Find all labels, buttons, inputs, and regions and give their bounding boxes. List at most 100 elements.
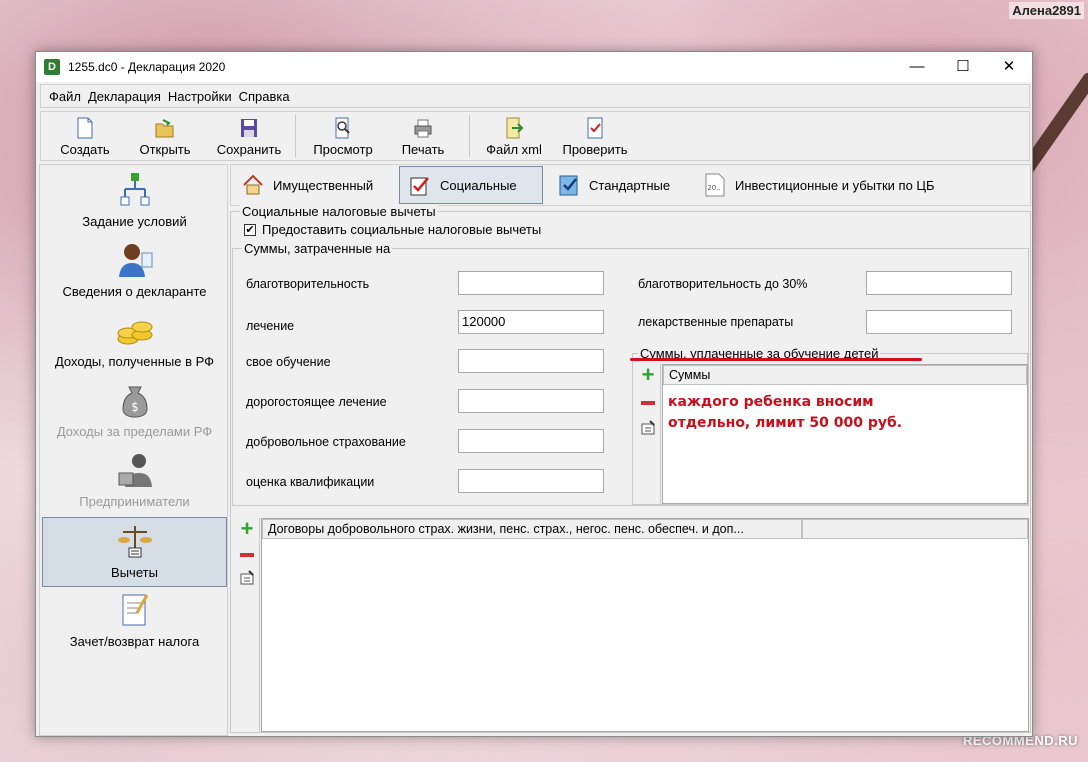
sidebar-item-declarant[interactable]: Сведения о декларанте <box>42 237 227 307</box>
app-logo-icon: D <box>44 59 60 75</box>
social-group-title: Социальные налоговые вычеты <box>240 204 438 219</box>
medicines-input[interactable] <box>866 310 1012 334</box>
checklist-icon <box>410 177 429 196</box>
tab-social[interactable]: Социальные <box>399 166 543 204</box>
contracts-grid-column[interactable]: Договоры добровольного страх. жизни, пен… <box>262 519 802 539</box>
treatment-label: лечение <box>246 319 295 333</box>
tab-investment[interactable]: 20.. Инвестиционные и убытки по ЦБ <box>695 166 959 204</box>
sidebar-item-entrepreneurs[interactable]: Предприниматели <box>42 447 227 517</box>
clipboard-check-icon <box>559 175 578 196</box>
treatment-input[interactable]: 120000 <box>458 310 604 334</box>
remove-icon[interactable] <box>639 394 657 412</box>
minimize-button[interactable]: — <box>894 52 940 82</box>
floppy-disk-icon <box>241 119 257 137</box>
own-education-input[interactable] <box>458 349 604 373</box>
contracts-grid[interactable]: Договоры добровольного страх. жизни, пен… <box>261 518 1029 732</box>
provide-deductions-label: Предоставить социальные налоговые вычеты <box>262 222 542 237</box>
menu-file[interactable]: Файл <box>49 89 81 104</box>
preview-label: Просмотр <box>313 142 373 157</box>
menu-declaration[interactable]: Декларация <box>88 89 161 104</box>
open-label: Открыть <box>139 142 191 157</box>
sidebar-item-income-rf[interactable]: Доходы, полученные в РФ <box>42 307 227 377</box>
window-title: 1255.dc0 - Декларация 2020 <box>68 60 226 74</box>
sums-group-title: Суммы, затраченные на <box>242 241 393 256</box>
children-grid-column-sums[interactable]: Суммы <box>663 365 1027 385</box>
sidebar-item-label: Доходы, полученные в РФ <box>54 354 215 369</box>
check-button[interactable]: Проверить <box>557 115 633 159</box>
medicines-label: лекарственные препараты <box>638 315 794 329</box>
open-button[interactable]: Открыть <box>135 115 195 159</box>
create-label: Создать <box>60 142 110 157</box>
file-xml-button[interactable]: Файл xml <box>481 115 547 159</box>
scales-icon <box>117 526 152 558</box>
annotation-text: каждого ребенка вносим отдельно, лимит 5… <box>668 392 902 434</box>
export-xml-icon <box>506 117 524 139</box>
new-document-icon <box>77 117 93 139</box>
toolbar-separator <box>295 115 296 157</box>
maximize-button[interactable]: ☐ <box>940 52 986 82</box>
svg-text:$: $ <box>131 400 139 414</box>
annotation-line-2: отдельно, лимит 50 000 руб. <box>668 415 903 431</box>
deduction-tabs: Имущественный Социальные Стандартные 20.… <box>230 164 1031 206</box>
open-folder-icon <box>155 119 174 138</box>
sidebar: Задание условий Сведения о декларанте До… <box>39 164 228 736</box>
voluntary-insurance-input[interactable] <box>458 429 604 453</box>
annotation-line-1: каждого ребенка вносим <box>668 394 874 410</box>
magnifier-document-icon <box>335 117 350 139</box>
tab-social-label: Социальные <box>440 177 517 193</box>
menu-settings[interactable]: Настройки <box>168 89 232 104</box>
children-grid[interactable]: Суммы <box>662 364 1028 504</box>
printer-icon <box>414 119 432 138</box>
person-icon <box>118 244 152 277</box>
print-button[interactable]: Печать <box>393 115 453 159</box>
tab-property[interactable]: Имущественный <box>233 166 393 204</box>
charity-30-input[interactable] <box>866 271 1012 295</box>
children-grid-tools: + <box>633 364 661 504</box>
house-icon <box>243 174 263 195</box>
money-bag-icon: $ <box>121 386 148 418</box>
title-bar: D 1255.dc0 - Декларация 2020 — ☐ ✕ <box>36 52 1032 82</box>
add-icon[interactable]: + <box>639 364 657 386</box>
qualification-input[interactable] <box>458 469 604 493</box>
tree-icon <box>120 173 149 206</box>
document-pen-icon <box>122 594 148 626</box>
edit-icon[interactable] <box>639 420 657 438</box>
remove-icon[interactable] <box>238 546 256 564</box>
preview-button[interactable]: Просмотр <box>307 115 379 159</box>
own-education-label: свое обучение <box>246 355 331 369</box>
toolbar: Создать Открыть Сохранить Просмотр Печат… <box>40 111 1030 161</box>
charity-label: благотворительность <box>246 277 370 291</box>
coins-icon <box>117 321 152 345</box>
tab-standard[interactable]: Стандартные <box>549 166 689 204</box>
tab-investment-label: Инвестиционные и убытки по ЦБ <box>735 177 935 193</box>
create-button[interactable]: Создать <box>55 115 115 159</box>
close-button[interactable]: ✕ <box>986 52 1032 82</box>
charity-30-label: благотворительность до 30% <box>638 277 808 291</box>
check-document-icon <box>587 117 603 139</box>
save-label: Сохранить <box>216 142 282 157</box>
sidebar-item-tax-refund[interactable]: Зачет/возврат налога <box>42 587 227 657</box>
sidebar-item-conditions[interactable]: Задание условий <box>42 167 227 237</box>
provide-deductions-checkbox[interactable]: ✔ <box>244 224 256 236</box>
charity-input[interactable] <box>458 271 604 295</box>
expensive-treatment-input[interactable] <box>458 389 604 413</box>
add-icon[interactable]: + <box>238 518 256 540</box>
menu-help[interactable]: Справка <box>239 89 290 104</box>
sidebar-item-income-abroad[interactable]: $ Доходы за пределами РФ <box>42 377 227 447</box>
save-button[interactable]: Сохранить <box>211 115 287 159</box>
check-label: Проверить <box>562 142 628 157</box>
svg-text:20..: 20.. <box>707 184 720 192</box>
tab-standard-label: Стандартные <box>589 177 671 193</box>
sidebar-item-label: Задание условий <box>82 214 187 229</box>
qualification-label: оценка квалификации <box>246 475 375 489</box>
investment-document-icon: 20.. <box>705 173 725 197</box>
sidebar-item-deductions[interactable]: Вычеты <box>42 517 227 587</box>
edit-icon[interactable] <box>238 570 256 588</box>
file-xml-label: Файл xml <box>486 142 542 157</box>
contracts-grid-column-empty <box>802 519 1028 539</box>
toolbar-separator <box>469 115 470 157</box>
sidebar-item-label: Зачет/возврат налога <box>69 634 200 649</box>
expensive-treatment-label: дорогостоящее лечение <box>246 395 387 409</box>
sidebar-item-label: Сведения о декларанте <box>62 284 207 299</box>
sidebar-item-label: Доходы за пределами РФ <box>56 424 213 439</box>
